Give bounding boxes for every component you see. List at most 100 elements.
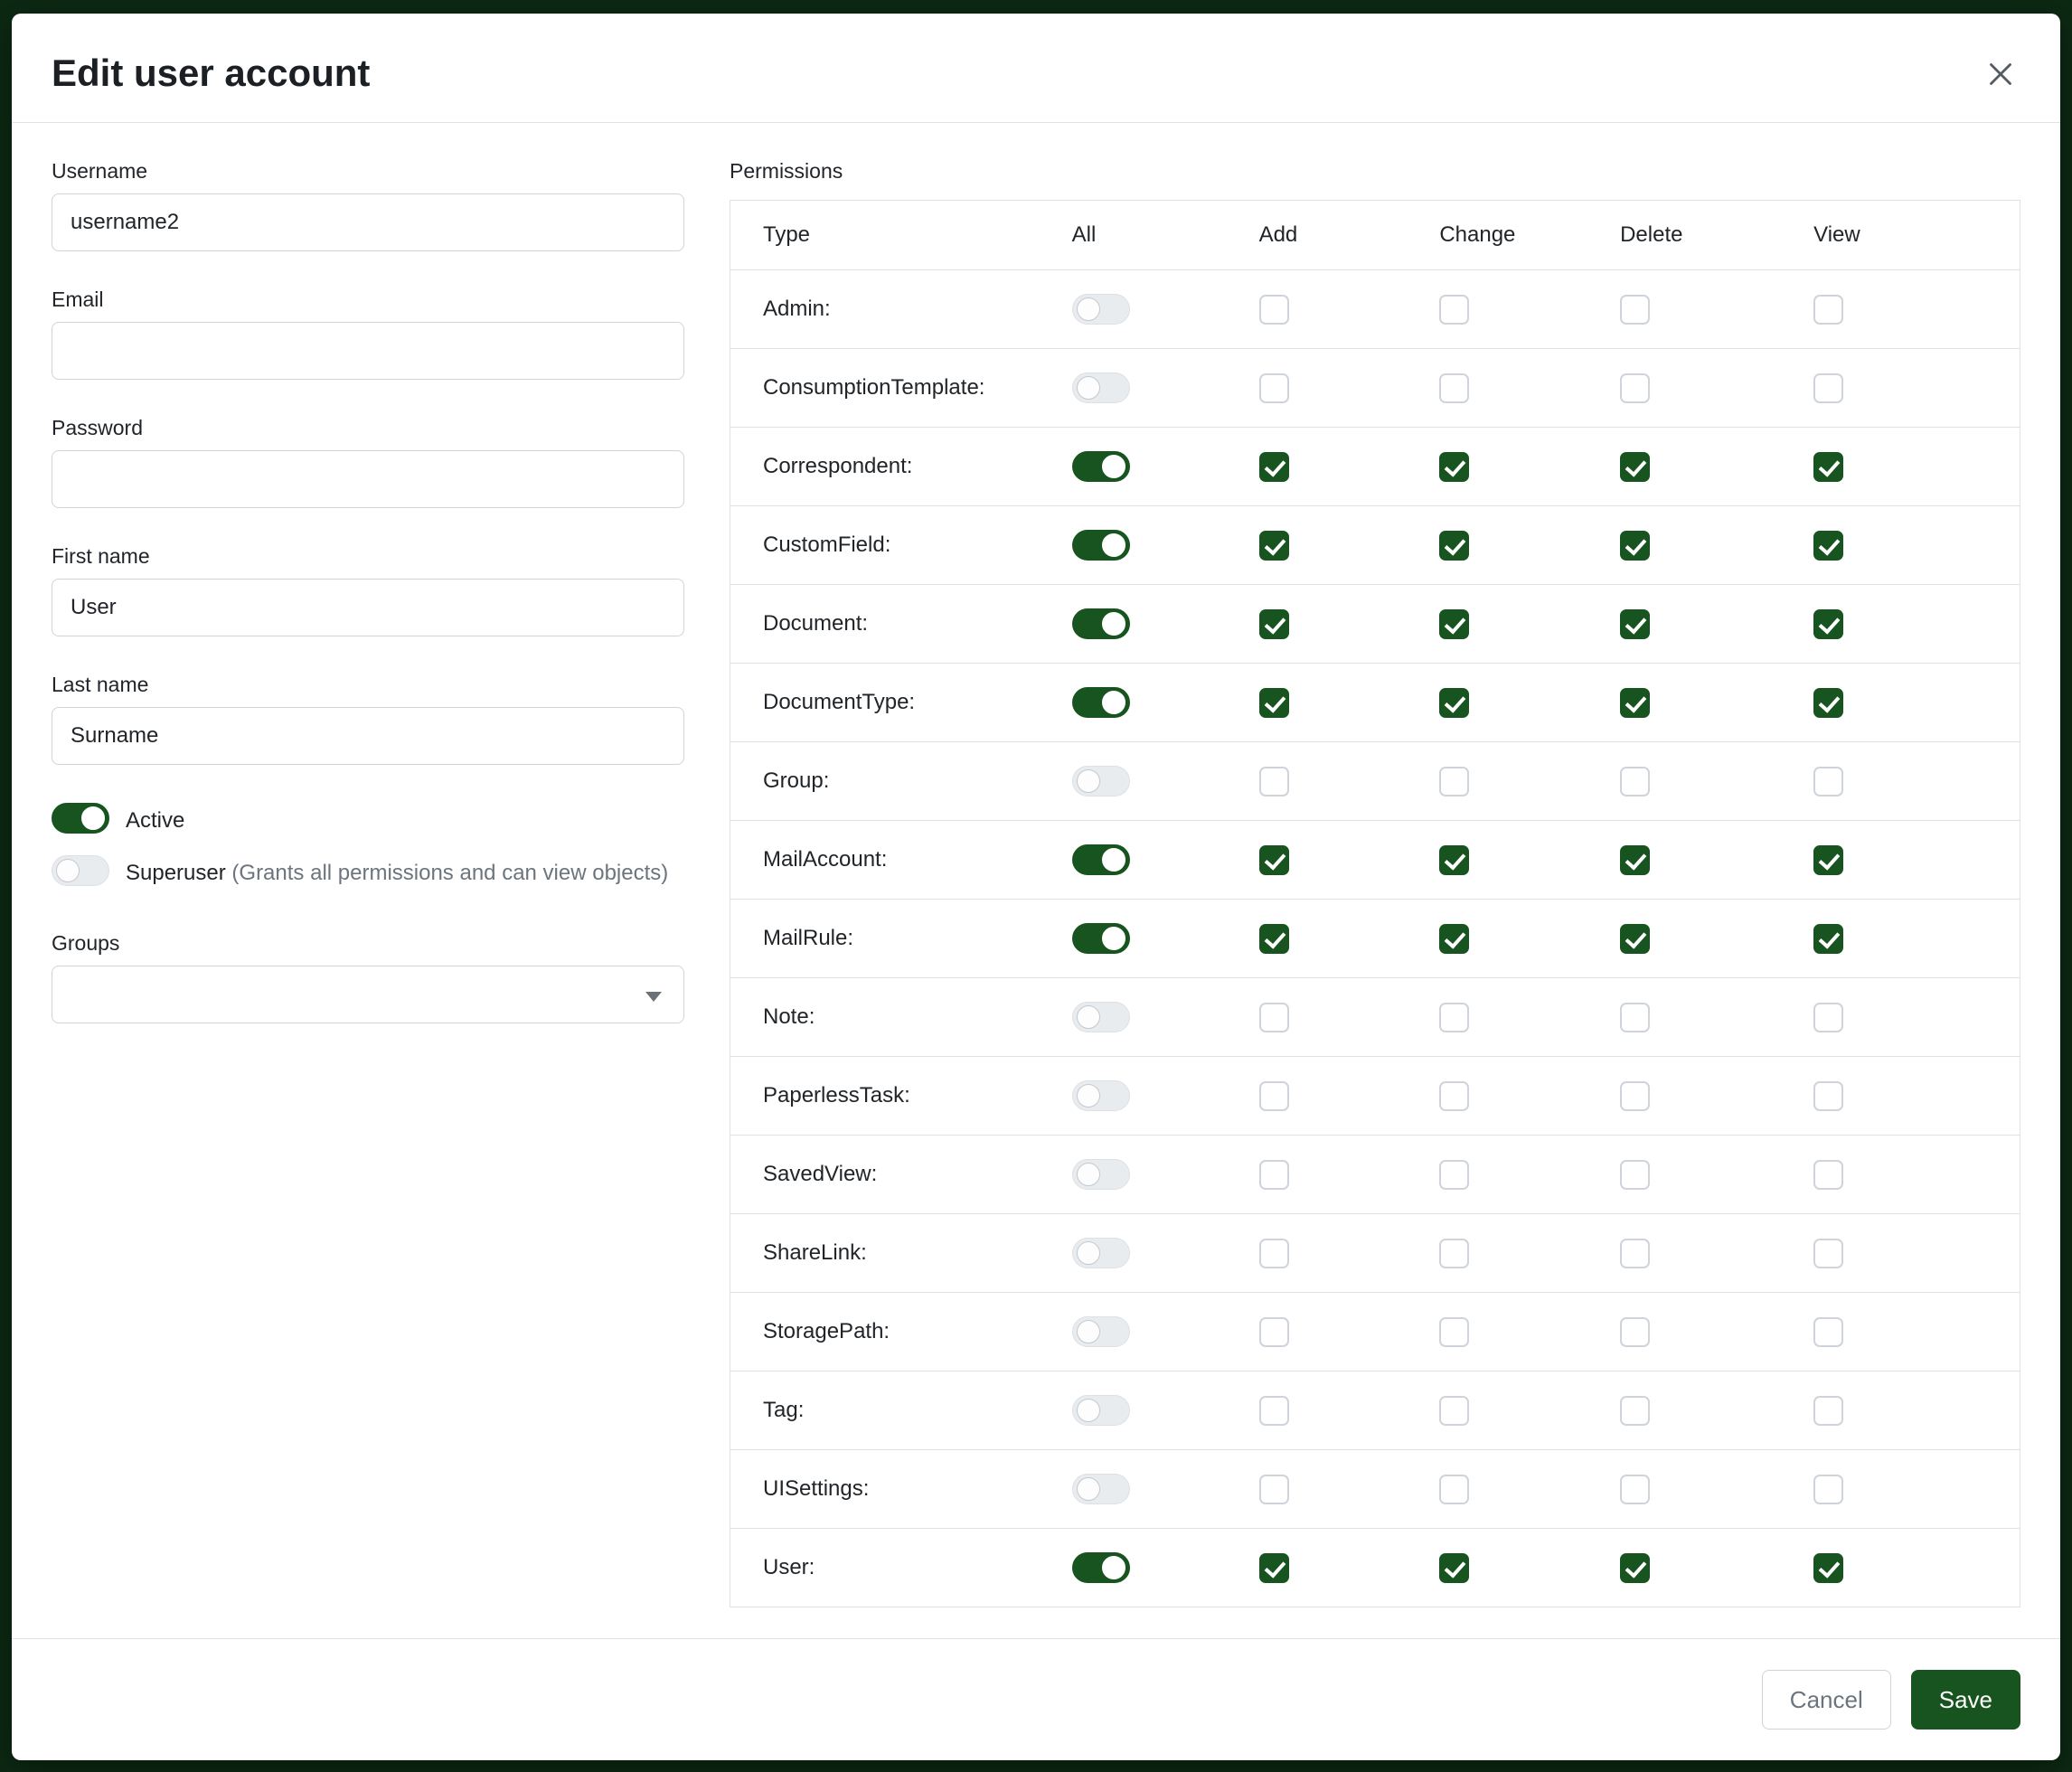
tag-all-toggle[interactable] [1072, 1395, 1130, 1426]
correspondent-delete-checkbox[interactable] [1620, 452, 1650, 482]
paperlesstask-all-toggle[interactable] [1072, 1080, 1130, 1111]
active-toggle[interactable] [52, 803, 109, 834]
toggle-knob [1102, 612, 1125, 636]
consumptiontemplate-add-checkbox[interactable] [1259, 373, 1289, 403]
user-delete-checkbox[interactable] [1620, 1553, 1650, 1583]
correspondent-view-checkbox[interactable] [1813, 452, 1843, 482]
customfield-add-checkbox[interactable] [1259, 531, 1289, 561]
user-add-checkbox[interactable] [1259, 1553, 1289, 1583]
customfield-view-checkbox[interactable] [1813, 531, 1843, 561]
mailaccount-add-checkbox[interactable] [1259, 845, 1289, 875]
mailrule-add-checkbox[interactable] [1259, 924, 1289, 954]
customfield-delete-checkbox[interactable] [1620, 531, 1650, 561]
correspondent-add-checkbox[interactable] [1259, 452, 1289, 482]
save-button[interactable]: Save [1911, 1670, 2020, 1730]
sharelink-change-checkbox[interactable] [1439, 1239, 1469, 1268]
note-change-checkbox[interactable] [1439, 1003, 1469, 1032]
note-view-checkbox[interactable] [1813, 1003, 1843, 1032]
superuser-toggle[interactable] [52, 855, 109, 886]
group-delete-checkbox[interactable] [1620, 767, 1650, 796]
storagepath-delete-checkbox[interactable] [1620, 1317, 1650, 1347]
savedview-add-checkbox[interactable] [1259, 1160, 1289, 1190]
admin-view-checkbox[interactable] [1813, 295, 1843, 325]
documenttype-change-checkbox[interactable] [1439, 688, 1469, 718]
tag-add-checkbox[interactable] [1259, 1396, 1289, 1426]
document-delete-checkbox[interactable] [1620, 609, 1650, 639]
user-form: Username Email Password First name Last [52, 159, 684, 1638]
admin-add-checkbox[interactable] [1259, 295, 1289, 325]
admin-change-checkbox[interactable] [1439, 295, 1469, 325]
user-view-checkbox[interactable] [1813, 1553, 1843, 1583]
customfield-all-toggle[interactable] [1072, 530, 1130, 561]
mailrule-delete-checkbox[interactable] [1620, 924, 1650, 954]
sharelink-all-toggle[interactable] [1072, 1238, 1130, 1268]
uisettings-change-checkbox[interactable] [1439, 1475, 1469, 1504]
uisettings-view-checkbox[interactable] [1813, 1475, 1843, 1504]
group-view-checkbox[interactable] [1813, 767, 1843, 796]
uisettings-delete-checkbox[interactable] [1620, 1475, 1650, 1504]
group-all-toggle[interactable] [1072, 766, 1130, 796]
customfield-change-checkbox[interactable] [1439, 531, 1469, 561]
paperlesstask-delete-checkbox[interactable] [1620, 1081, 1650, 1111]
password-field[interactable] [52, 450, 684, 508]
mailaccount-view-checkbox[interactable] [1813, 845, 1843, 875]
consumptiontemplate-view-checkbox[interactable] [1813, 373, 1843, 403]
sharelink-add-checkbox[interactable] [1259, 1239, 1289, 1268]
cancel-button[interactable]: Cancel [1762, 1670, 1891, 1730]
tag-delete-checkbox[interactable] [1620, 1396, 1650, 1426]
mailaccount-delete-checkbox[interactable] [1620, 845, 1650, 875]
mailrule-change-checkbox[interactable] [1439, 924, 1469, 954]
user-change-checkbox[interactable] [1439, 1553, 1469, 1583]
first-name-field[interactable] [52, 579, 684, 636]
uisettings-add-checkbox[interactable] [1259, 1475, 1289, 1504]
document-add-checkbox[interactable] [1259, 609, 1289, 639]
sharelink-view-checkbox[interactable] [1813, 1239, 1843, 1268]
group-add-checkbox[interactable] [1259, 767, 1289, 796]
storagepath-view-checkbox[interactable] [1813, 1317, 1843, 1347]
document-all-toggle[interactable] [1072, 608, 1130, 639]
correspondent-change-checkbox[interactable] [1439, 452, 1469, 482]
savedview-view-checkbox[interactable] [1813, 1160, 1843, 1190]
tag-change-checkbox[interactable] [1439, 1396, 1469, 1426]
username-input[interactable] [52, 193, 684, 251]
mailaccount-all-toggle[interactable] [1072, 844, 1130, 875]
sharelink-delete-checkbox[interactable] [1620, 1239, 1650, 1268]
correspondent-all-toggle[interactable] [1072, 451, 1130, 482]
email-field[interactable] [52, 322, 684, 380]
mailrule-view-checkbox[interactable] [1813, 924, 1843, 954]
document-view-checkbox[interactable] [1813, 609, 1843, 639]
groups-select[interactable] [52, 966, 684, 1023]
last-name-field[interactable] [52, 707, 684, 765]
admin-delete-checkbox[interactable] [1620, 295, 1650, 325]
savedview-change-checkbox[interactable] [1439, 1160, 1469, 1190]
storagepath-add-checkbox[interactable] [1259, 1317, 1289, 1347]
document-change-checkbox[interactable] [1439, 609, 1469, 639]
admin-all-toggle[interactable] [1072, 294, 1130, 325]
consumptiontemplate-change-checkbox[interactable] [1439, 373, 1469, 403]
mailrule-all-toggle[interactable] [1072, 923, 1130, 954]
note-delete-checkbox[interactable] [1620, 1003, 1650, 1032]
group-change-checkbox[interactable] [1439, 767, 1469, 796]
user-all-toggle[interactable] [1072, 1552, 1130, 1583]
permission-row-group: Group: [730, 742, 2020, 821]
documenttype-delete-checkbox[interactable] [1620, 688, 1650, 718]
consumptiontemplate-delete-checkbox[interactable] [1620, 373, 1650, 403]
uisettings-all-toggle[interactable] [1072, 1474, 1130, 1504]
tag-view-checkbox[interactable] [1813, 1396, 1843, 1426]
superuser-row: Superuser (Grants all permissions and ca… [52, 855, 684, 891]
documenttype-view-checkbox[interactable] [1813, 688, 1843, 718]
documenttype-add-checkbox[interactable] [1259, 688, 1289, 718]
storagepath-change-checkbox[interactable] [1439, 1317, 1469, 1347]
savedview-all-toggle[interactable] [1072, 1159, 1130, 1190]
paperlesstask-view-checkbox[interactable] [1813, 1081, 1843, 1111]
note-all-toggle[interactable] [1072, 1002, 1130, 1032]
close-button[interactable] [1979, 53, 2022, 97]
paperlesstask-add-checkbox[interactable] [1259, 1081, 1289, 1111]
storagepath-all-toggle[interactable] [1072, 1316, 1130, 1347]
documenttype-all-toggle[interactable] [1072, 687, 1130, 718]
note-add-checkbox[interactable] [1259, 1003, 1289, 1032]
savedview-delete-checkbox[interactable] [1620, 1160, 1650, 1190]
consumptiontemplate-all-toggle[interactable] [1072, 372, 1130, 403]
paperlesstask-change-checkbox[interactable] [1439, 1081, 1469, 1111]
mailaccount-change-checkbox[interactable] [1439, 845, 1469, 875]
